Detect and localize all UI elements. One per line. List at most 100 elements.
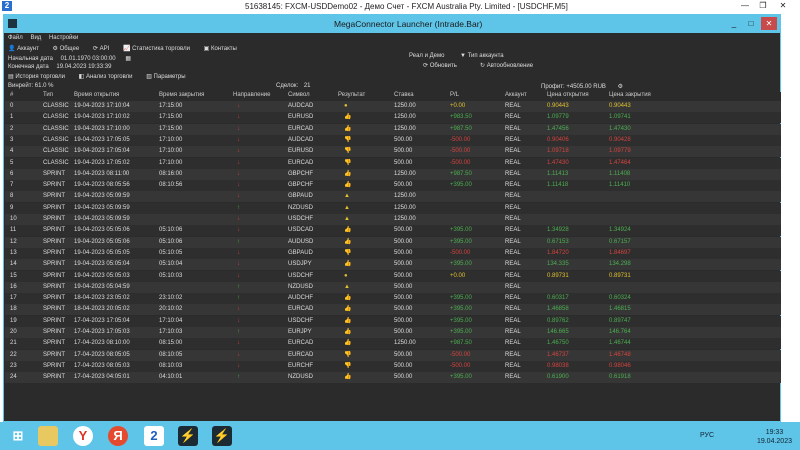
account-type-filter[interactable]: ▼ Тип аккаунта [460, 53, 504, 59]
column-header[interactable]: Тип [43, 92, 53, 98]
table-row[interactable]: 11 SPRINT 19-04-2023 05:05:06 05:10:06 ↓ USDC… [5, 225, 781, 237]
yandex-icon[interactable]: Я [108, 426, 128, 446]
table-row[interactable]: 1 CLASSIC 19-04-2023 17:10:02 17:15:00 ↓ EURU… [5, 112, 781, 124]
toolbar-api[interactable]: ⟳ API [93, 46, 115, 52]
table-cell: REAL [505, 204, 521, 211]
close-button[interactable]: ✕ [776, 1, 790, 11]
table-cell: 13 [10, 249, 17, 256]
yandex-browser-icon[interactable]: Y [73, 426, 93, 446]
menu-settings[interactable]: Настройки [49, 35, 78, 41]
auto-refresh-toggle[interactable]: ↻ Автообновление [480, 62, 533, 69]
table-cell: 5 [10, 159, 14, 166]
minimize-button[interactable]: — [738, 1, 752, 11]
win-result-icon: 👍 [344, 238, 352, 245]
table-row[interactable]: 6 SPRINT 19-04-2023 08:11:00 08:16:00 ↓ GBPCH… [5, 168, 781, 180]
launcher-close-button[interactable]: ✕ [761, 17, 777, 30]
outer-window-title: 51638145: FXCM-USDDemo02 - Демо Счет - F… [245, 2, 568, 11]
restore-button[interactable]: ❐ [756, 1, 770, 11]
table-header: # Тип Время открытия Время закрытия Направле… [5, 92, 781, 101]
table-cell: REAL [505, 182, 521, 189]
megaconnector-icon[interactable]: ⚡ [178, 426, 198, 446]
table-row[interactable]: 8 SPRINT 19-04-2023 05:09:59 ↓ GBPAUD ▲ 1250.0… [5, 191, 781, 203]
menu-file[interactable]: Файл [8, 35, 23, 41]
table-row[interactable]: 14 SPRINT 19-04-2023 05:05:04 05:10:04 ↓ USDJ… [5, 259, 781, 271]
table-row[interactable]: 3 CLASSIC 19-04-2023 17:05:05 17:10:00 ↓ AUDC… [5, 134, 781, 146]
table-cell: GBPAUD [288, 249, 313, 256]
table-cell: +395.00 [450, 295, 472, 302]
table-row[interactable]: 18 SPRINT 18-04-2023 20:05:02 20:10:02 ↓ EURC… [5, 304, 781, 316]
table-cell: 10 [10, 216, 17, 222]
table-row[interactable]: 15 SPRINT 19-04-2023 05:05:03 05:10:03 ↓ USDC… [5, 270, 781, 282]
column-header[interactable]: Время закрытия [159, 92, 204, 98]
draw-result-icon: ● [344, 103, 348, 109]
end-date-input[interactable]: 19.04.2023 19:33:39 [56, 64, 111, 70]
arrow-down-icon: ↓ [237, 306, 240, 313]
table-row[interactable]: 19 SPRINT 17-04-2023 17:05:04 17:10:04 ↓ USDC… [5, 315, 781, 327]
table-cell: 1 [10, 114, 14, 121]
table-row[interactable]: 22 SPRINT 17-04-2023 08:05:05 08:10:05 ↓ EURC… [5, 349, 781, 361]
table-row[interactable]: 20 SPRINT 17-04-2023 17:05:03 17:10:03 ↑ EURJ… [5, 327, 781, 338]
toolbar-account[interactable]: 👤 Аккаунт [8, 46, 45, 52]
column-header[interactable]: Цена закрытия [609, 92, 651, 98]
column-header[interactable]: Цена открытия [547, 92, 589, 98]
table-cell: REAL [505, 170, 521, 177]
megaconnector-icon-2[interactable]: ⚡ [212, 426, 232, 446]
refresh-button[interactable]: ⟳ Обновить [423, 62, 457, 69]
table-row[interactable]: 24 SPRINT 17-04-2023 04:05:01 04:10:01 ↑ NZDU… [5, 372, 781, 384]
table-cell: 1.11408 [609, 170, 631, 177]
table-cell: +987.50 [450, 340, 472, 347]
toolbar-stats[interactable]: 📈 Статистика торговли [123, 46, 196, 52]
table-row[interactable]: 0 CLASSIC 19-04-2023 17:10:04 17:15:00 ↓ AUDC… [5, 101, 781, 112]
tab-history[interactable]: ▤ История торговли [8, 74, 71, 80]
table-row[interactable]: 7 SPRINT 19-04-2023 08:05:56 08:10:56 ↓ GBPCH… [5, 180, 781, 192]
column-header[interactable]: Направление [233, 92, 270, 98]
table-cell: 134.335 [547, 261, 569, 268]
metatrader-icon[interactable]: 2 [144, 426, 164, 446]
language-indicator[interactable]: РУС [700, 432, 714, 439]
table-row[interactable]: 21 SPRINT 17-04-2023 08:10:00 08:15:00 ↓ EURC… [5, 338, 781, 350]
clock[interactable]: 19:33 19.04.2023 [757, 428, 792, 446]
column-header[interactable]: P/L [450, 92, 459, 98]
table-row[interactable]: 10 SPRINT 19-04-2023 05:09:59 ↓ USDCHF ▲ 1250.… [5, 214, 781, 225]
column-header[interactable]: Время открытия [74, 92, 119, 98]
column-header[interactable]: Символ [288, 92, 310, 98]
table-row[interactable]: 2 CLASSIC 19-04-2023 17:10:00 17:15:00 ↓ EURC… [5, 123, 781, 135]
table-cell: REAL [505, 374, 521, 381]
tab-params[interactable]: ▥ Параметры [146, 74, 191, 80]
win-result-icon: 👍 [344, 317, 352, 324]
table-cell: 1250.00 [394, 114, 416, 121]
table-row[interactable]: 9 SPRINT 19-04-2023 05:09:59 ↑ NZDUSD ▲ 1250.0… [5, 202, 781, 214]
toolbar-general[interactable]: ⚙ Общее [53, 46, 86, 52]
table-row[interactable]: 23 SPRINT 17-04-2023 08:05:03 08:10:03 ↓ EURC… [5, 360, 781, 372]
table-cell: 19-04-2023 05:09:59 [74, 216, 130, 222]
table-row[interactable]: 5 CLASSIC 19-04-2023 17:05:02 17:10:00 ↓ EURC… [5, 157, 781, 169]
arrow-up-icon: ↑ [237, 329, 240, 335]
table-row[interactable]: 4 CLASSIC 19-04-2023 17:05:04 17:10:00 ↓ EURU… [5, 146, 781, 158]
start-windows-icon[interactable]: ⊞ [8, 426, 28, 446]
gear-icon[interactable]: ⚙ [618, 84, 623, 90]
menu-view[interactable]: Вид [30, 35, 41, 41]
table-row[interactable]: 12 SPRINT 19-04-2023 05:05:06 05:10:06 ↑ AUDU… [5, 236, 781, 248]
toolbar-contacts[interactable]: ▣ Контакты [204, 46, 243, 52]
calendar-icon[interactable]: ▦ [125, 56, 131, 62]
table-cell: +983.50 [450, 114, 472, 121]
start-date-input[interactable]: 01.01.1970 03:00:00 [61, 56, 116, 62]
table-cell: REAL [505, 249, 521, 256]
file-explorer-icon[interactable] [38, 426, 58, 446]
column-header[interactable]: Аккаунт [505, 92, 527, 98]
tab-analysis[interactable]: ◧ Анализ торговли [79, 74, 139, 80]
column-header[interactable]: Результат [338, 92, 365, 98]
column-header[interactable]: Ставка [394, 92, 414, 98]
table-cell: REAL [505, 261, 521, 268]
launcher-maximize-button[interactable]: □ [743, 17, 759, 30]
table-cell: NZDUSD [288, 374, 313, 381]
launcher-minimize-button[interactable]: _ [726, 17, 742, 30]
table-row[interactable]: 13 SPRINT 19-04-2023 05:05:05 05:10:05 ↓ GBPA… [5, 247, 781, 259]
arrow-down-icon: ↓ [237, 114, 240, 121]
account-mode-select[interactable]: Реал и Демо [409, 53, 444, 59]
table-row[interactable]: 16 SPRINT 19-04-2023 05:04:59 ↑ NZDUSD ▲ 500.0… [5, 281, 781, 293]
tabs: ▤ История торговли ◧ Анализ торговли ▥ П… [8, 73, 198, 80]
table-cell: USDCHF [288, 317, 313, 324]
table-row[interactable]: 17 SPRINT 18-04-2023 23:05:02 23:10:02 ↑ AUDC… [5, 293, 781, 305]
column-header[interactable]: # [10, 92, 13, 98]
